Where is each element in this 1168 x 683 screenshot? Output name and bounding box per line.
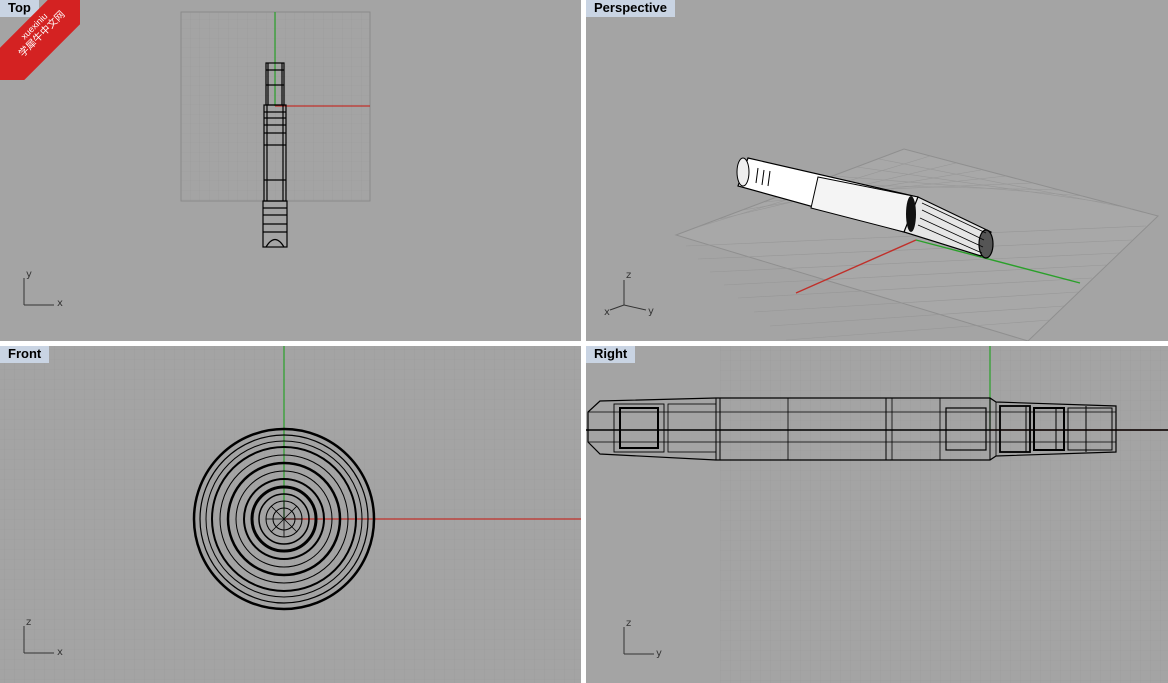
perspective-viewport-canvas[interactable]: z x y — [586, 0, 1168, 341]
top-axis-x-label: x — [57, 298, 63, 309]
front-viewport-canvas[interactable]: x z — [0, 346, 581, 683]
right-viewport-title[interactable]: Right — [586, 346, 636, 363]
front-grid — [0, 346, 581, 683]
top-viewport[interactable]: x y Top xuexiniu 学犀牛中文网 — [0, 0, 581, 341]
perspective-viewport[interactable]: z x y Perspective — [586, 0, 1168, 341]
right-axis-z-label: z — [626, 618, 631, 629]
perspective-axis-icon — [609, 280, 647, 311]
right-viewport[interactable]: y z Right — [586, 346, 1168, 683]
right-viewport-canvas[interactable]: y z — [586, 346, 1168, 683]
top-axis-icon — [23, 278, 54, 306]
perspective-axis-y-label: y — [648, 306, 654, 317]
top-axis-y-label: y — [26, 269, 32, 280]
perspective-axis-z-label: z — [626, 270, 631, 281]
perspective-axis-x-label: x — [604, 307, 610, 318]
front-axis-x-label: x — [57, 647, 63, 658]
front-axis-z-label: z — [26, 617, 31, 628]
front-viewport-title[interactable]: Front — [0, 346, 50, 363]
top-viewport-canvas[interactable]: x y — [0, 0, 581, 341]
right-axis-y-label: y — [656, 648, 662, 659]
right-axis-icon — [623, 627, 654, 655]
front-viewport[interactable]: x z Front — [0, 346, 581, 683]
right-grid — [720, 346, 1168, 683]
perspective-viewport-title[interactable]: Perspective — [586, 0, 675, 17]
watermark-badge: xuexiniu 学犀牛中文网 — [0, 0, 80, 80]
